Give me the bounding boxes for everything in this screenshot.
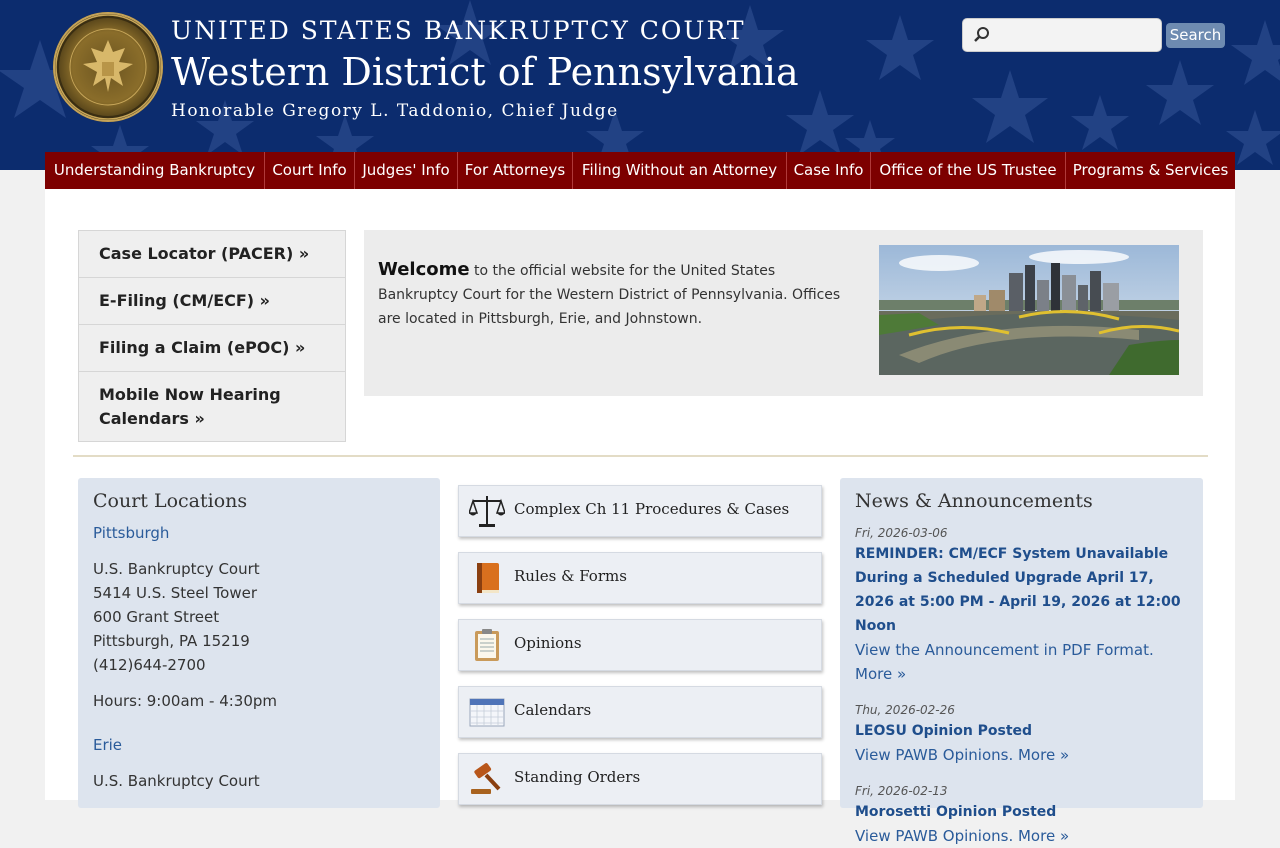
welcome-box: Welcome to the official website for the …: [364, 230, 1203, 396]
main-content: Case Locator (PACER) » E-Filing (CM/ECF)…: [45, 189, 1235, 845]
news-more-link[interactable]: View the Announcement in PDF Format. Mor…: [855, 638, 1195, 686]
news-headline[interactable]: Morosetti Opinion Posted: [855, 800, 1195, 824]
erie-address-line: U.S. Bankruptcy Court: [93, 772, 260, 790]
court-name: UNITED STATES BANKRUPTCY COURT: [171, 16, 746, 45]
court-locations-title: Court Locations: [93, 490, 248, 512]
location-link-pittsburgh[interactable]: Pittsburgh: [93, 524, 433, 542]
gavel-icon: [471, 763, 501, 794]
tile-label: Rules & Forms: [514, 567, 627, 585]
quick-link-epoc[interactable]: Filing a Claim (ePOC) »: [79, 325, 345, 372]
chief-judge: Honorable Gregory L. Taddonio, Chief Jud…: [171, 101, 619, 121]
tile-complex-ch11[interactable]: Complex Ch 11 Procedures & Cases: [458, 485, 822, 537]
calendar-icon: [469, 698, 505, 727]
news-more-link[interactable]: View PAWB Opinions. More »: [855, 824, 1195, 848]
quick-link-hearing-calendars[interactable]: Mobile Now Hearing Calendars »: [79, 372, 345, 441]
quick-link-pacer[interactable]: Case Locator (PACER) »: [79, 231, 345, 278]
address-line: 5414 U.S. Steel Tower: [93, 584, 257, 602]
news-panel: News & Announcements Fri, 2026-03-06 REM…: [840, 478, 1203, 845]
nav-for-attorneys[interactable]: For Attorneys: [458, 152, 573, 189]
nav-filing-without-attorney[interactable]: Filing Without an Attorney: [573, 152, 787, 189]
site-header: UNITED STATES BANKRUPTCY COURT Western D…: [0, 0, 1280, 170]
news-more-link[interactable]: View PAWB Opinions. More »: [855, 743, 1195, 767]
feature-tiles: Complex Ch 11 Procedures & Cases Rules &…: [458, 485, 822, 820]
court-locations-panel: Court Locations Pittsburgh U.S. Bankrupt…: [78, 478, 440, 808]
address-line: U.S. Bankruptcy Court: [93, 560, 260, 578]
tile-rules-forms[interactable]: Rules & Forms: [458, 552, 822, 604]
book-icon: [477, 563, 499, 593]
quick-links: Case Locator (PACER) » E-Filing (CM/ECF)…: [78, 230, 346, 442]
quick-link-ecf[interactable]: E-Filing (CM/ECF) »: [79, 278, 345, 325]
pittsburgh-address: U.S. Bankruptcy Court 5414 U.S. Steel To…: [93, 557, 433, 677]
location-link-erie[interactable]: Erie: [93, 736, 433, 754]
pittsburgh-skyline-image: [879, 245, 1179, 375]
scales-icon: [469, 496, 505, 527]
tile-label: Complex Ch 11 Procedures & Cases: [514, 500, 790, 518]
nav-court-info[interactable]: Court Info: [265, 152, 355, 189]
nav-programs-services[interactable]: Programs & Services: [1066, 152, 1235, 189]
search-icon: [974, 27, 989, 42]
pittsburgh-hours: Hours: 9:00am - 4:30pm: [93, 692, 278, 710]
news-date: Fri, 2026-03-06: [855, 526, 948, 540]
nav-case-info[interactable]: Case Info: [787, 152, 871, 189]
news-date: Thu, 2026-02-26: [855, 703, 955, 717]
search-field[interactable]: [962, 18, 1162, 52]
nav-judges-info[interactable]: Judges' Info: [355, 152, 458, 189]
tile-standing-orders[interactable]: Standing Orders: [458, 753, 822, 805]
phone-number: (412)644-2700: [93, 656, 206, 674]
tile-label: Standing Orders: [514, 768, 641, 786]
section-divider: [73, 455, 1208, 457]
search-input[interactable]: [997, 24, 1159, 48]
court-seal-logo[interactable]: [53, 12, 163, 122]
tile-label: Opinions: [514, 634, 582, 652]
address-line: 600 Grant Street: [93, 608, 220, 626]
nav-office-us-trustee[interactable]: Office of the US Trustee: [871, 152, 1066, 189]
tile-opinions[interactable]: Opinions: [458, 619, 822, 671]
tile-calendars[interactable]: Calendars: [458, 686, 822, 738]
address-line: Pittsburgh, PA 15219: [93, 632, 250, 650]
tile-label: Calendars: [514, 701, 592, 719]
news-title: News & Announcements: [855, 490, 1093, 512]
welcome-lead: Welcome: [378, 259, 470, 280]
news-headline[interactable]: LEOSU Opinion Posted: [855, 719, 1195, 743]
search-button[interactable]: Search: [1166, 23, 1225, 48]
news-headline[interactable]: REMINDER: CM/ECF System Unavailable Duri…: [855, 542, 1195, 638]
news-date: Fri, 2026-02-13: [855, 784, 948, 798]
nav-understanding-bankruptcy[interactable]: Understanding Bankruptcy: [45, 152, 265, 189]
clipboard-icon: [475, 629, 499, 661]
welcome-text: Welcome to the official website for the …: [378, 258, 858, 331]
main-nav: Understanding Bankruptcy Court Info Judg…: [45, 152, 1235, 189]
district-name[interactable]: Western District of Pennsylvania: [171, 50, 799, 94]
